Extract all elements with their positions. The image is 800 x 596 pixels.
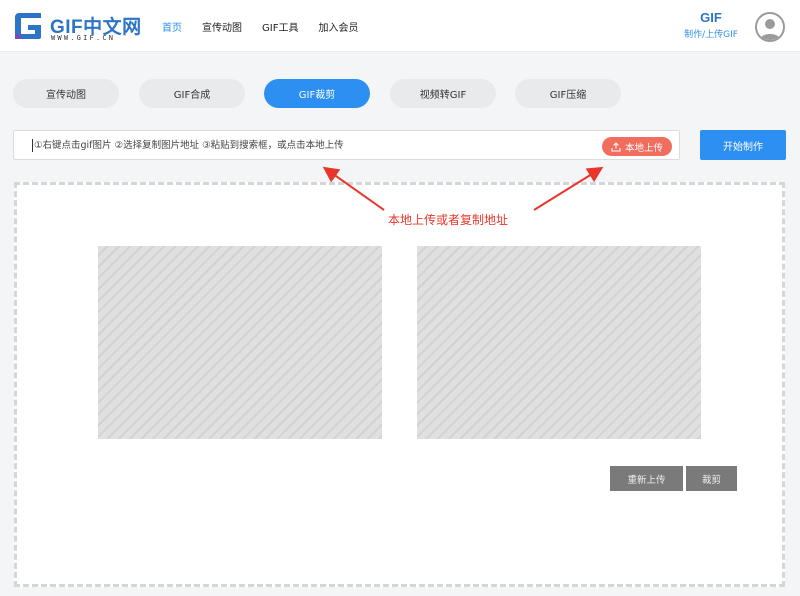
local-upload-button[interactable]: 本地上传 <box>602 137 672 156</box>
reupload-button[interactable]: 重新上传 <box>610 466 683 491</box>
tab-gif-compress[interactable]: GIF压缩 <box>515 79 621 108</box>
nav-item-promo-gifs[interactable]: 宣传动图 <box>202 19 242 34</box>
source-preview-placeholder <box>98 246 382 439</box>
result-preview-placeholder <box>417 246 701 439</box>
gif-url-box: 本地上传 <box>13 130 680 160</box>
crop-work-area[interactable]: 重新上传 裁剪 <box>14 182 785 587</box>
user-icon <box>760 19 780 40</box>
gif-badge: GIF <box>700 10 722 25</box>
text-caret <box>32 139 33 152</box>
nav-item-gif-tools[interactable]: GIF工具 <box>262 19 298 34</box>
gif-maker-label: 制作/上传GIF <box>684 30 738 40</box>
tool-tabs: 宣传动图 GIF合成 GIF裁剪 视频转GIF GIF压缩 <box>13 79 623 108</box>
main-nav: 首页 宣传动图 GIF工具 加入会员 <box>162 0 378 52</box>
gif-maker-link[interactable]: GIF 制作/上传GIF <box>676 10 746 40</box>
logo-subtitle: WWW.GIF.CN <box>51 34 116 42</box>
crop-button[interactable]: 裁剪 <box>686 466 737 491</box>
top-header: GIF中文网 WWW.GIF.CN 首页 宣传动图 GIF工具 加入会员 GIF… <box>0 0 800 52</box>
logo-g-icon <box>15 13 41 39</box>
tab-promo-gifs[interactable]: 宣传动图 <box>13 79 119 108</box>
tab-gif-crop[interactable]: GIF裁剪 <box>264 79 370 108</box>
user-avatar[interactable] <box>755 12 785 42</box>
tab-gif-merge[interactable]: GIF合成 <box>139 79 245 108</box>
annotation-text: 本地上传或者复制地址 <box>388 213 509 227</box>
site-logo[interactable]: GIF中文网 WWW.GIF.CN <box>12 10 142 44</box>
local-upload-label: 本地上传 <box>624 142 663 154</box>
tab-video-to-gif[interactable]: 视频转GIF <box>390 79 496 108</box>
nav-item-membership[interactable]: 加入会员 <box>318 19 358 34</box>
gif-url-input[interactable] <box>32 131 592 159</box>
upload-icon <box>611 141 621 152</box>
start-button[interactable]: 开始制作 <box>700 130 786 160</box>
nav-item-home[interactable]: 首页 <box>162 19 182 34</box>
